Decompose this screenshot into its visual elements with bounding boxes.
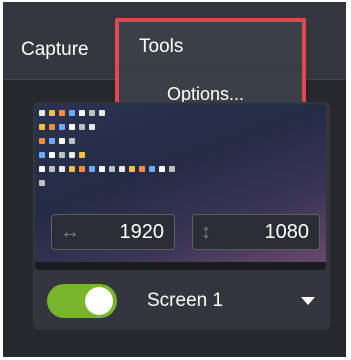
desktop-icon bbox=[69, 166, 75, 172]
desktop-icon bbox=[39, 124, 45, 130]
desktop-icon bbox=[99, 166, 105, 172]
toggle-knob bbox=[85, 287, 113, 315]
desktop-icon bbox=[119, 166, 125, 172]
desktop-icon bbox=[79, 166, 85, 172]
desktop-icon bbox=[49, 124, 55, 130]
height-field[interactable]: ↕ 1080 bbox=[192, 214, 320, 250]
menu-bar: Capture Tools bbox=[3, 2, 346, 80]
width-value: 1920 bbox=[119, 221, 165, 243]
desktop-icon bbox=[79, 124, 85, 130]
desktop-icon bbox=[89, 124, 95, 130]
chevron-down-icon[interactable] bbox=[301, 297, 315, 305]
desktop-icon bbox=[59, 152, 65, 158]
arrows-horizontal-icon: ↔ bbox=[60, 221, 80, 243]
desktop-icon bbox=[39, 152, 45, 158]
desktop-icon bbox=[69, 138, 75, 144]
desktop-icon bbox=[39, 180, 45, 186]
desktop-icon bbox=[49, 110, 55, 116]
screen-select-label[interactable]: Screen 1 bbox=[147, 290, 223, 312]
desktop-icon bbox=[49, 152, 55, 158]
desktop-icon bbox=[79, 152, 85, 158]
desktop-icon bbox=[129, 166, 135, 172]
desktop-icon bbox=[49, 138, 55, 144]
width-field[interactable]: ↔ 1920 bbox=[51, 214, 175, 250]
desktop-icon bbox=[99, 110, 105, 116]
desktop-icon bbox=[39, 138, 45, 144]
desktop-icon bbox=[59, 110, 65, 116]
preview-taskbar bbox=[35, 262, 326, 270]
desktop-icon bbox=[109, 166, 115, 172]
desktop-icon bbox=[169, 166, 175, 172]
menu-tools[interactable]: Tools bbox=[119, 22, 305, 72]
screen-toggle[interactable] bbox=[47, 284, 117, 318]
desktop-icon bbox=[89, 110, 95, 116]
desktop-icon bbox=[149, 166, 155, 172]
desktop-icon bbox=[59, 124, 65, 130]
desktop-icon bbox=[39, 166, 45, 172]
recording-area-panel: ↔ 1920 ↕ 1080 Screen 1 bbox=[33, 102, 330, 330]
desktop-icon bbox=[49, 166, 55, 172]
desktop-icon bbox=[69, 152, 75, 158]
desktop-icon bbox=[69, 110, 75, 116]
desktop-icon bbox=[139, 166, 145, 172]
desktop-icon bbox=[79, 110, 85, 116]
desktop-icon bbox=[159, 166, 165, 172]
desktop-icon bbox=[69, 124, 75, 130]
desktop-icon bbox=[59, 138, 65, 144]
desktop-icon bbox=[39, 110, 45, 116]
capture-app: Capture Tools Options... ↔ 1920 ↕ 1080 S… bbox=[3, 2, 346, 357]
arrows-vertical-icon: ↕ bbox=[201, 221, 211, 243]
desktop-icon bbox=[89, 166, 95, 172]
screen-select-row: Screen 1 bbox=[33, 274, 330, 324]
desktop-icon bbox=[59, 166, 65, 172]
menu-capture[interactable]: Capture bbox=[21, 32, 89, 68]
height-value: 1080 bbox=[264, 221, 310, 243]
